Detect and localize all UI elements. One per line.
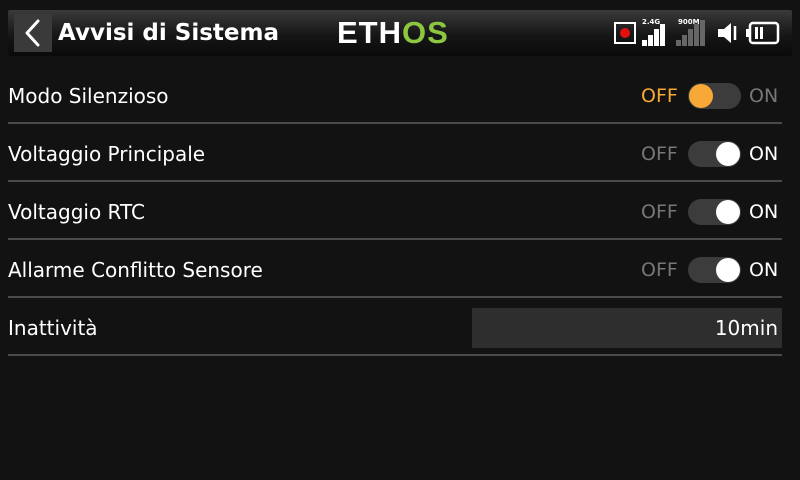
signal-2-4g-label: 2.4G: [642, 18, 661, 26]
chevron-left-icon: [25, 19, 40, 47]
inactivity-value-field[interactable]: 10min: [472, 308, 782, 348]
toggle-knob: [716, 142, 740, 166]
divider: [8, 296, 782, 298]
setting-label: Allarme Conflitto Sensore: [8, 258, 263, 282]
toggle-off-label: OFF: [641, 201, 678, 223]
back-button[interactable]: [14, 14, 52, 52]
toggle-off-label: OFF: [641, 143, 678, 165]
setting-label: Modo Silenzioso: [8, 84, 169, 108]
ethos-logo: ETHOS: [337, 15, 449, 50]
toggle-switch[interactable]: [688, 83, 741, 109]
divider: [8, 238, 782, 240]
toggle-knob: [689, 84, 713, 108]
toggle-on-label: ON: [749, 201, 779, 223]
toggle-off-label: OFF: [641, 259, 678, 281]
toggle-on-label: ON: [749, 143, 779, 165]
toggle-switch[interactable]: [688, 141, 741, 167]
setting-label: Voltaggio RTC: [8, 200, 146, 224]
toggle-on-label: ON: [749, 85, 779, 107]
setting-row-voltaggio-principale[interactable]: Voltaggio Principale OFF ON: [0, 126, 800, 182]
inactivity-value: 10min: [714, 316, 778, 340]
toggle-switch[interactable]: [688, 199, 741, 225]
toggle-switch[interactable]: [688, 257, 741, 283]
battery-icon: [746, 21, 780, 45]
setting-label: Inattività: [8, 316, 98, 340]
signal-2-4g-icon: 2.4G: [642, 18, 670, 46]
divider: [8, 122, 782, 124]
divider: [8, 180, 782, 182]
toggle-knob: [716, 258, 740, 282]
setting-row-inattivita: Inattività 10min: [0, 300, 800, 356]
page-title: Avvisi di Sistema: [58, 20, 280, 46]
toggle-knob: [716, 200, 740, 224]
speaker-mute-icon: [718, 23, 737, 43]
top-bar: Avvisi di Sistema ETHOS 2.4G 900M: [0, 0, 800, 64]
setting-row-modo-silenzioso[interactable]: Modo Silenzioso OFF ON: [0, 68, 800, 124]
signal-900m-icon: 900M: [676, 18, 705, 46]
divider: [8, 354, 782, 356]
setting-row-allarme-conflitto-sensore[interactable]: Allarme Conflitto Sensore OFF ON: [0, 242, 800, 298]
setting-row-voltaggio-rtc[interactable]: Voltaggio RTC OFF ON: [0, 184, 800, 240]
record-icon: [614, 22, 636, 44]
toggle-on-label: ON: [749, 259, 779, 281]
toggle-off-label: OFF: [641, 85, 678, 107]
setting-label: Voltaggio Principale: [8, 142, 206, 166]
